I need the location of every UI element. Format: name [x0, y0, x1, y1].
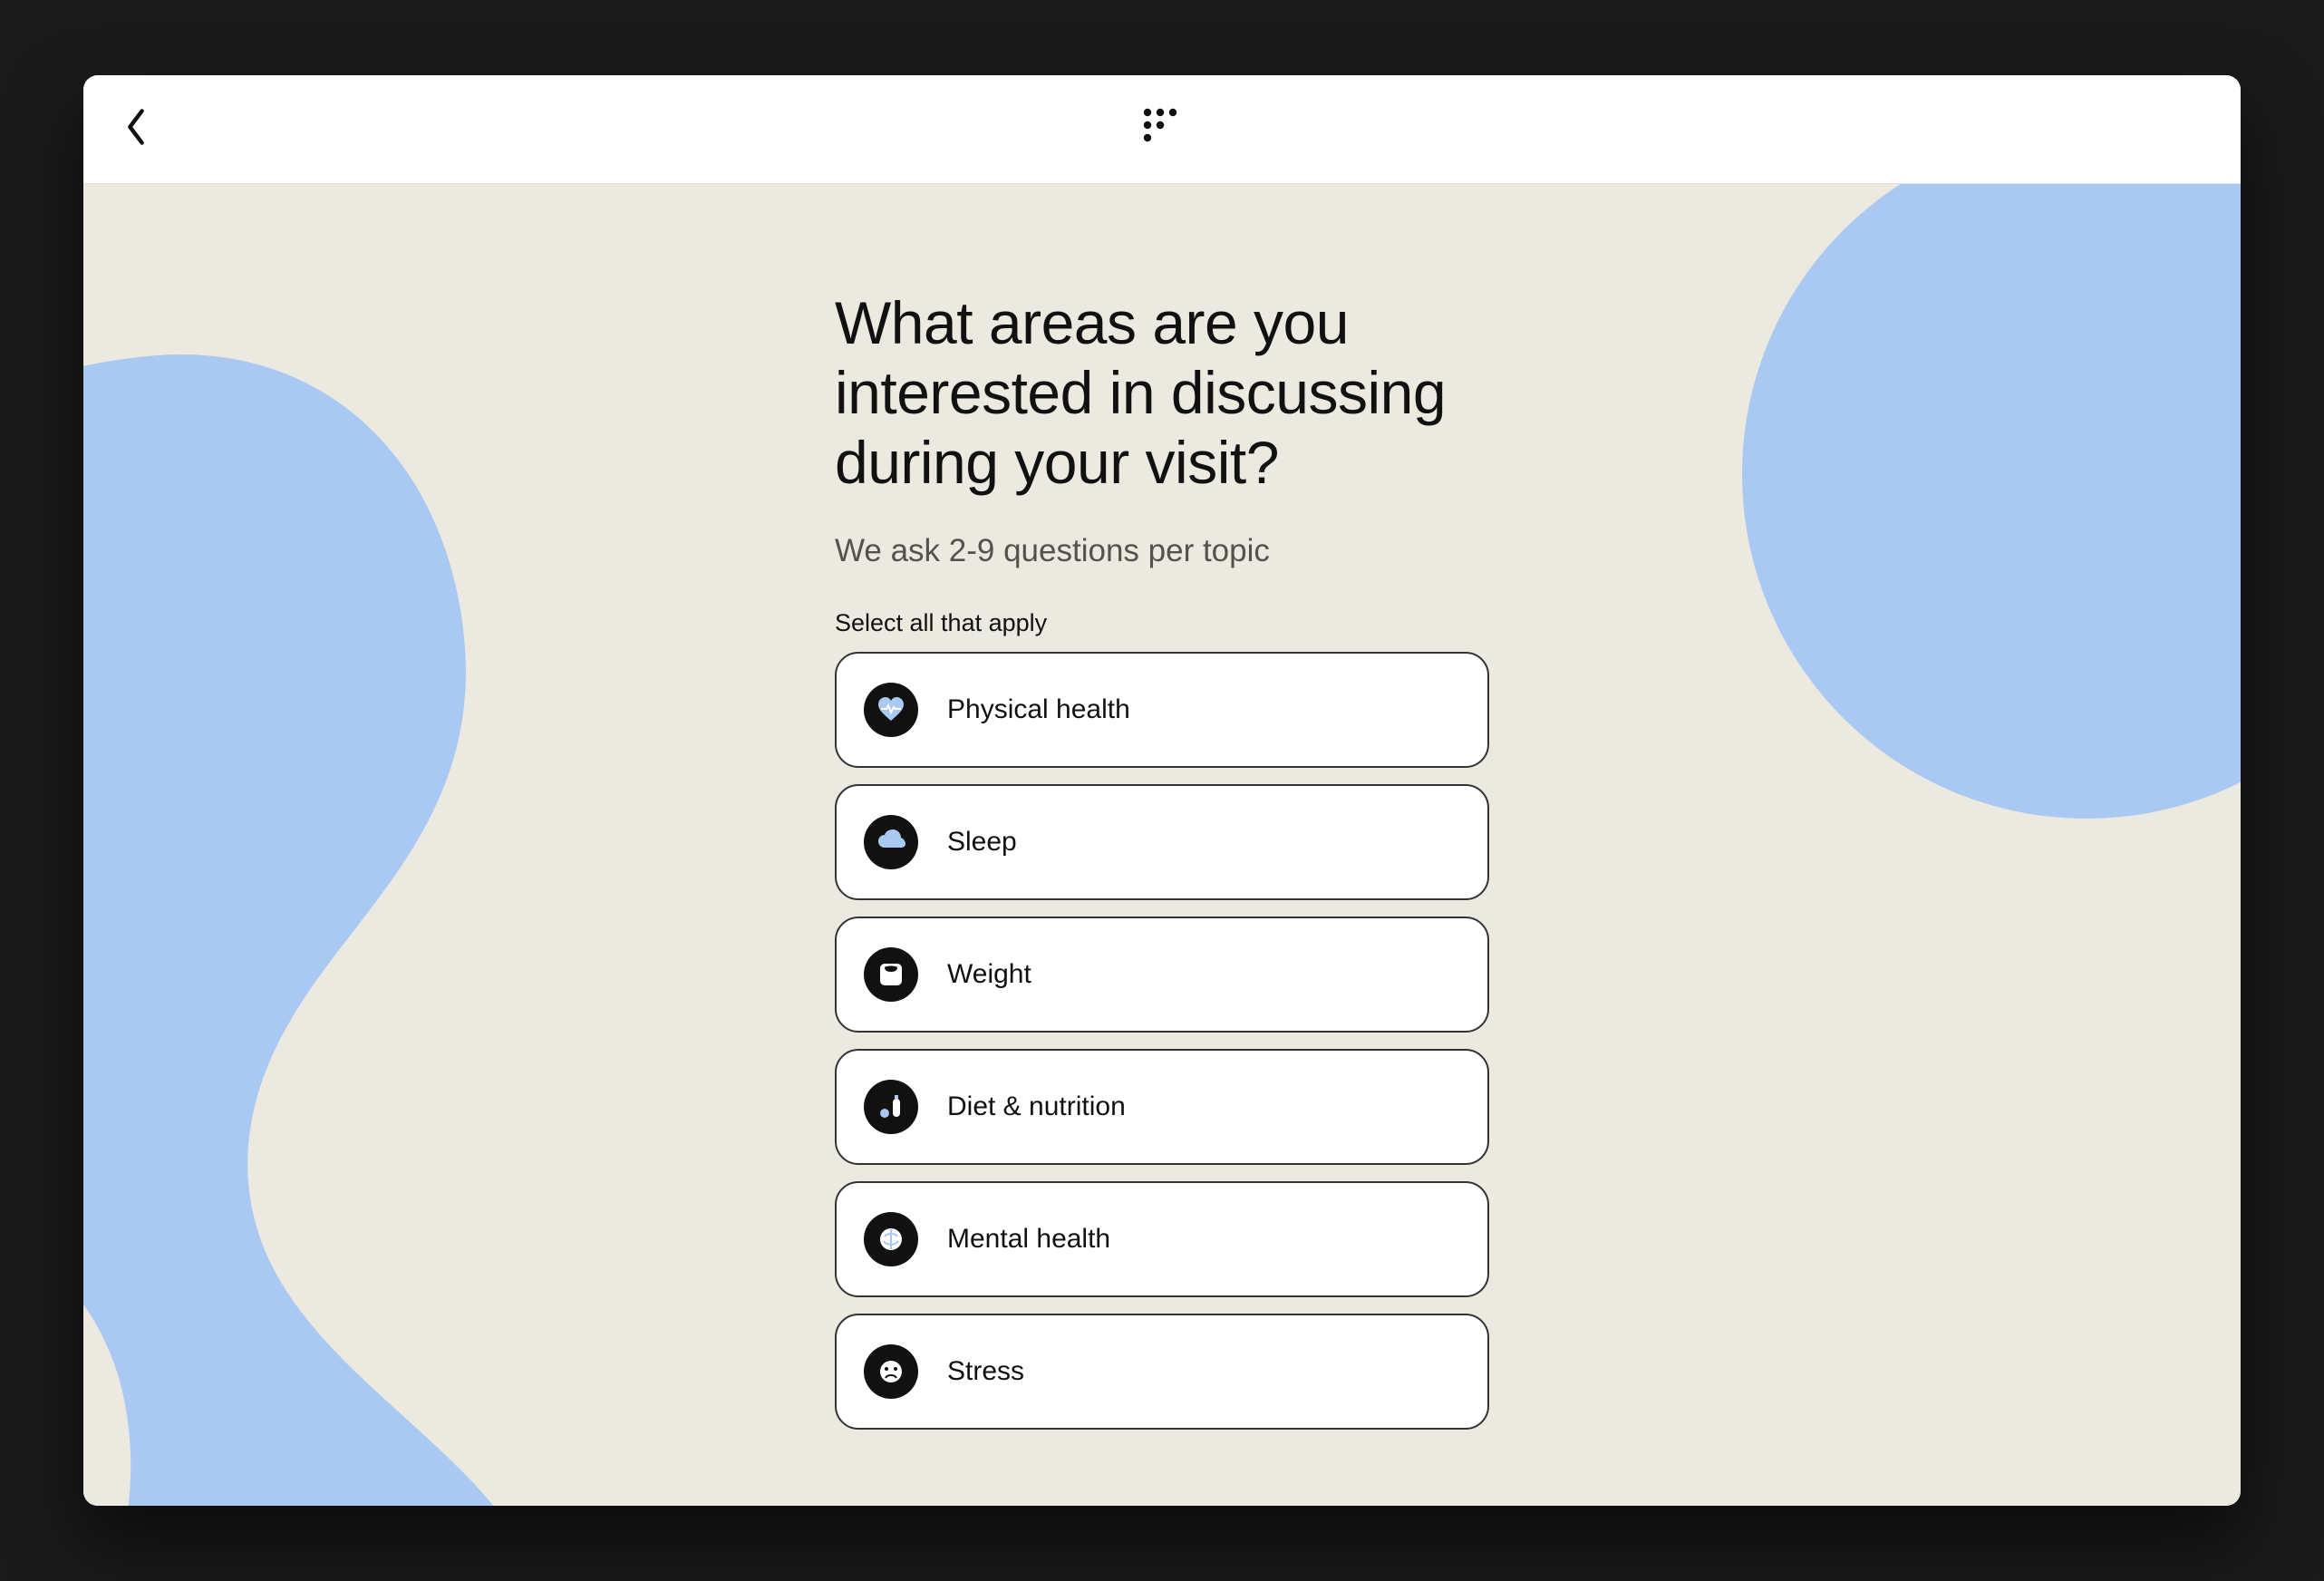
- nutrition-icon: [864, 1080, 918, 1134]
- app-window: What areas are you interested in discuss…: [83, 75, 2241, 1506]
- option-physical-health[interactable]: Physical health: [835, 652, 1489, 768]
- option-label: Diet & nutrition: [947, 1091, 1126, 1122]
- option-label: Mental health: [947, 1224, 1110, 1255]
- decorative-blob-right: [1742, 184, 2241, 819]
- option-mental-health[interactable]: Mental health: [835, 1181, 1489, 1297]
- option-label: Weight: [947, 959, 1031, 990]
- option-stress[interactable]: Stress: [835, 1314, 1489, 1430]
- content-area: What areas are you interested in discuss…: [83, 184, 2241, 1506]
- question-subtitle: We ask 2-9 questions per topic: [835, 533, 1489, 569]
- option-weight[interactable]: Weight: [835, 917, 1489, 1033]
- question-panel: What areas are you interested in discuss…: [835, 184, 1489, 1430]
- option-label: Stress: [947, 1356, 1024, 1387]
- brand-logo: [1138, 103, 1186, 155]
- brain-icon: [864, 1212, 918, 1266]
- header: [83, 75, 2241, 184]
- back-button[interactable]: [118, 112, 154, 148]
- scale-icon: [864, 947, 918, 1002]
- options-list: Physical health Sleep Weight: [835, 652, 1489, 1430]
- option-sleep[interactable]: Sleep: [835, 784, 1489, 900]
- option-diet-nutrition[interactable]: Diet & nutrition: [835, 1049, 1489, 1165]
- option-label: Physical health: [947, 694, 1130, 725]
- option-label: Sleep: [947, 827, 1017, 858]
- heart-icon: [864, 683, 918, 737]
- stress-icon: [864, 1344, 918, 1399]
- chevron-left-icon: [123, 107, 149, 151]
- logo-icon: [1138, 103, 1186, 155]
- question-title: What areas are you interested in discuss…: [835, 288, 1489, 499]
- decorative-blob-left: [83, 320, 754, 1506]
- cloud-icon: [864, 815, 918, 869]
- select-instruction: Select all that apply: [835, 609, 1489, 637]
